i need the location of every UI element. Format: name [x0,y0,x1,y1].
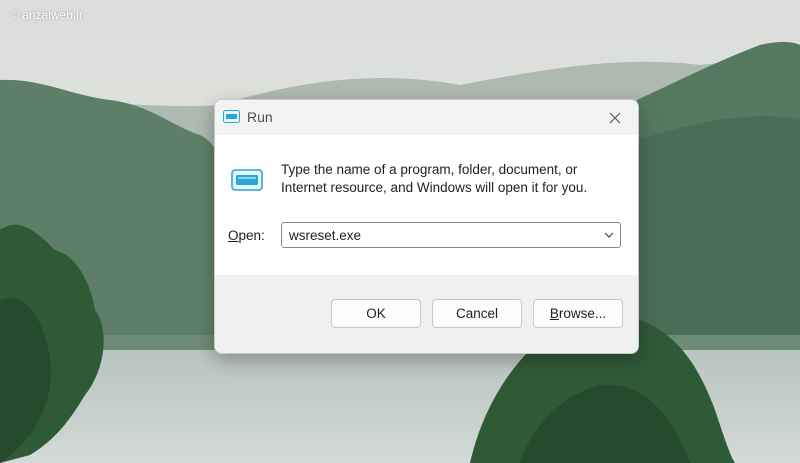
open-combobox[interactable] [281,222,621,248]
open-label-text: pen: [238,228,265,243]
window-title: Run [247,109,273,125]
dialog-content: Type the name of a program, folder, docu… [215,135,638,275]
run-icon [223,110,240,123]
ok-button[interactable]: OK [331,299,421,328]
browse-label: rowse... [558,306,607,321]
watermark-text: © anzalweb.ir [10,8,83,22]
browse-button[interactable]: Browse... [533,299,623,328]
program-run-icon [231,169,263,191]
chevron-down-icon[interactable] [602,228,616,242]
close-icon [609,112,621,123]
browse-accelerator: B [549,306,559,321]
cancel-button[interactable]: Cancel [432,299,522,328]
dialog-description: Type the name of a program, folder, docu… [281,161,621,197]
description-line-2: Internet resource, and Windows will open… [281,180,588,195]
close-button[interactable] [592,100,638,135]
run-dialog: Run Type the name of a program, folder, … [214,99,639,354]
open-label: Open: [228,228,265,243]
open-input[interactable] [282,223,599,247]
title-bar[interactable]: Run [215,100,638,135]
dialog-footer: OK Cancel Browse... [215,275,638,353]
open-label-accelerator: O [228,228,239,243]
description-line-1: Type the name of a program, folder, docu… [281,162,578,177]
